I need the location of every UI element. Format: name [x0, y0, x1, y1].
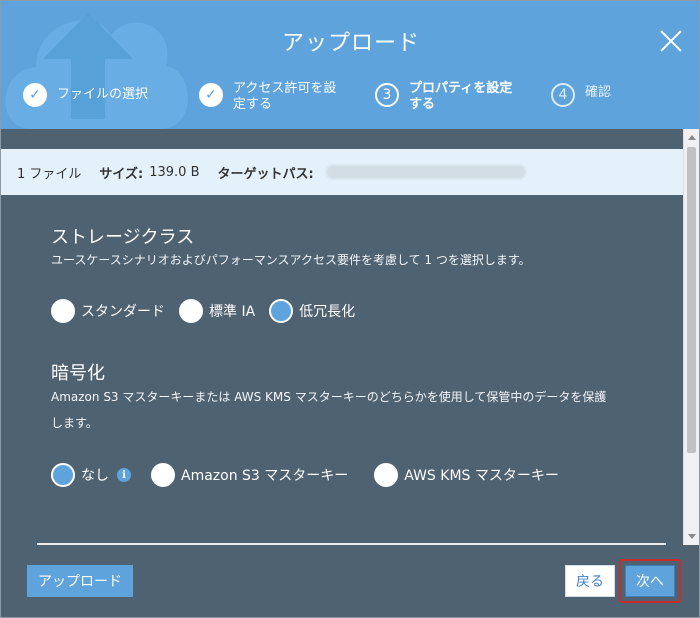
step-label-line1: プロパティを設定 — [409, 81, 513, 96]
step-label: アクセス許可を設 定する — [233, 81, 336, 113]
encryption-description: Amazon S3 マスターキーまたは AWS KMS マスターキーのどちらかを… — [51, 384, 661, 436]
encryption-description-line2: します。 — [51, 416, 98, 430]
info-icon[interactable]: i — [117, 468, 131, 482]
back-button[interactable]: 戻る — [565, 565, 615, 597]
properties-panel: ストレージクラス ユースケースシナリオおよびパフォーマンスアクセス要件を考慮して… — [1, 195, 684, 545]
radio-aws-kms-master-key[interactable]: AWS KMS マスターキー — [374, 463, 559, 487]
target-path-label: ターゲットパス: — [217, 166, 314, 182]
file-count: 1 ファイル — [17, 166, 82, 182]
radio-label: 標準 IA — [209, 304, 256, 320]
next-button[interactable]: 次へ — [625, 565, 675, 597]
storage-class-description: ユースケースシナリオおよびパフォーマンスアクセス要件を考慮して 1 つを選択しま… — [51, 253, 531, 267]
size-label: サイズ: — [99, 166, 144, 182]
radio-standard-ia[interactable]: 標準 IA — [179, 299, 255, 323]
check-icon: ✓ — [23, 83, 47, 107]
radio-label: AWS KMS マスターキー — [404, 468, 559, 484]
scroll-down-arrow-icon[interactable] — [688, 534, 696, 539]
divider — [37, 543, 666, 545]
check-icon: ✓ — [199, 83, 223, 107]
radio-dot[interactable] — [179, 299, 203, 323]
radio-label: 低冗長化 — [299, 304, 356, 320]
radio-label: スタンダード — [81, 304, 165, 320]
encryption-title: 暗号化 — [51, 363, 105, 384]
radio-label: なし — [81, 468, 109, 484]
step-label-line1: アクセス許可を設 — [233, 81, 337, 96]
step-properties: 3 プロパティを設定 する — [375, 81, 512, 113]
step-label: ファイルの選択 — [57, 87, 149, 102]
step-label: 確認 — [585, 85, 612, 100]
step-label-line2: 定する — [233, 97, 273, 112]
step-number: 4 — [551, 83, 575, 107]
size-value: 139.0 B — [149, 164, 200, 180]
radio-dot-selected[interactable] — [269, 299, 294, 323]
wizard-steps: ✓ ファイルの選択 ✓ アクセス許可を設 定する 3 プロパティを設定 する 4… — [1, 81, 699, 121]
radio-none[interactable]: なし i — [51, 463, 131, 487]
dialog-title: アップロード — [281, 31, 420, 56]
radio-amazon-s3-master-key[interactable]: Amazon S3 マスターキー — [151, 463, 348, 487]
scrollbar-thumb[interactable] — [687, 147, 696, 453]
target-path-value-redacted — [325, 165, 526, 179]
step-label-line2: する — [409, 97, 436, 112]
radio-label: Amazon S3 マスターキー — [181, 468, 349, 484]
step-permissions[interactable]: ✓ アクセス許可を設 定する — [199, 81, 336, 113]
upload-dialog: アップロード ✓ ファイルの選択 ✓ アクセス許可を設 定する 3 プロパティを… — [0, 0, 700, 618]
upload-button[interactable]: アップロード — [27, 565, 133, 597]
scroll-up-arrow-icon[interactable] — [688, 135, 696, 140]
radio-dot[interactable] — [374, 463, 399, 487]
scrollbar[interactable] — [683, 129, 699, 545]
dialog-header: アップロード ✓ ファイルの選択 ✓ アクセス許可を設 定する 3 プロパティを… — [1, 1, 699, 129]
step-select-files[interactable]: ✓ ファイルの選択 — [23, 81, 148, 107]
radio-standard[interactable]: スタンダード — [51, 299, 165, 323]
radio-dot[interactable] — [51, 299, 75, 323]
radio-dot-selected[interactable] — [51, 463, 75, 487]
radio-dot[interactable] — [151, 463, 175, 487]
storage-class-options: スタンダード 標準 IA 低冗長化 — [51, 299, 369, 323]
storage-class-title: ストレージクラス — [51, 227, 195, 248]
close-icon[interactable] — [659, 29, 683, 53]
upload-summary-bar: 1 ファイル サイズ: 139.0 B ターゲットパス: — [1, 149, 684, 195]
encryption-options: なし i Amazon S3 マスターキー AWS KMS マスターキー — [51, 463, 573, 487]
radio-reduced-redundancy[interactable]: 低冗長化 — [269, 299, 355, 323]
step-confirm: 4 確認 — [551, 81, 611, 107]
step-number: 3 — [375, 83, 399, 107]
step-label: プロパティを設定 する — [409, 81, 512, 113]
encryption-description-line1: Amazon S3 マスターキーまたは AWS KMS マスターキーのどちらかを… — [51, 390, 607, 404]
